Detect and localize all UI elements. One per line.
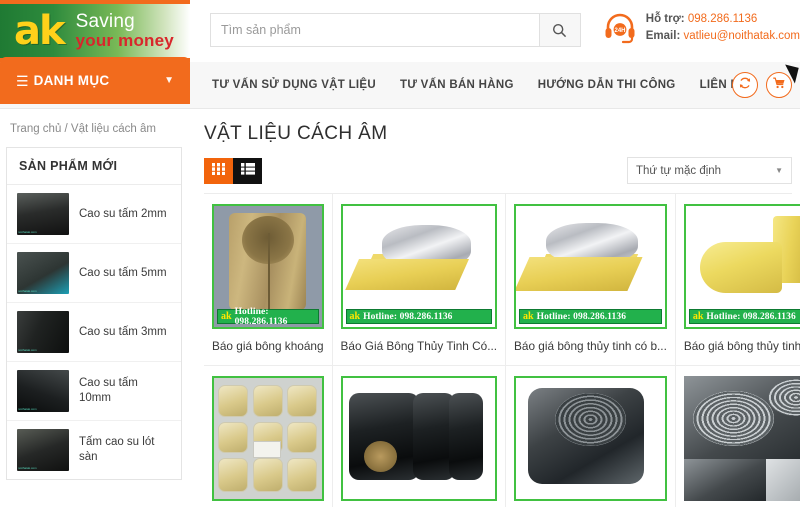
product-image	[514, 376, 667, 501]
chevron-down-icon: ▼	[775, 166, 783, 175]
list-item-label: Cao su tấm 3mm	[79, 325, 167, 338]
category-menu-label: DANH MỤC	[33, 73, 110, 88]
product-card[interactable]	[676, 366, 800, 507]
product-image: ak Hotline: 098.286.1136	[340, 204, 498, 329]
hamburger-icon: ☰	[16, 72, 29, 89]
product-title[interactable]: Báo giá bông khoáng	[212, 339, 324, 353]
hotline-overlay: ak Hotline: 098.286.1136	[688, 309, 800, 324]
product-image	[340, 376, 498, 501]
search-button[interactable]	[538, 13, 581, 47]
support-text: Hỗ trợ: 098.286.1136 Email: vatlieu@noit…	[646, 11, 800, 44]
product-title[interactable]: Báo giá bông thủy tinh có b...	[514, 339, 667, 353]
grid-view-icon	[212, 162, 225, 180]
chevron-down-icon: ▼	[164, 75, 174, 86]
category-menu-button[interactable]: ☰ DANH MỤC ▼	[0, 57, 190, 104]
product-thumbnail: noithatak.com	[17, 311, 69, 353]
nav-links: TƯ VẤN SỬ DỤNG VẬT LIỆU TƯ VẤN BÁN HÀNG …	[212, 79, 747, 91]
list-item[interactable]: noithatak.com Tấm cao su lót sàn	[7, 421, 181, 479]
list-view-icon	[240, 162, 255, 180]
support-email-line: Email: vatlieu@noithatak.com	[646, 28, 800, 45]
sidebar: Trang chủ / Vật liệu cách âm SẢN PHẨM MỚ…	[0, 109, 190, 507]
nav-link-huong-dan-thi-cong[interactable]: HƯỚNG DẪN THI CÔNG	[538, 79, 676, 91]
main-content: VẬT LIỆU CÁCH ÂM Thứ tự mặc định ▼ ak Ho…	[190, 109, 800, 507]
breadcrumb[interactable]: Trang chủ / Vật liệu cách âm	[0, 123, 190, 147]
search-bar	[210, 13, 581, 47]
view-toggle	[204, 157, 262, 184]
list-item-label: Cao su tấm 2mm	[79, 207, 167, 220]
site-logo[interactable]: ak Saving your money	[0, 0, 190, 62]
product-image	[212, 376, 324, 501]
hotline-text: Hotline: 098.286.1136	[363, 311, 453, 322]
product-image	[683, 376, 800, 501]
search-icon	[552, 23, 567, 38]
logo-mark: ak	[14, 8, 66, 54]
support-block: 24H Hỗ trợ: 098.286.1136 Email: vatlieu@…	[603, 11, 800, 45]
hotline-text: Hotline: 098.286.1136	[706, 311, 796, 322]
sort-select[interactable]: Thứ tự mặc định ▼	[627, 157, 792, 184]
product-title[interactable]: Báo Giá Bông Thủy Tinh Có...	[341, 339, 498, 353]
product-toolbar: Thứ tự mặc định ▼	[204, 157, 792, 194]
nav-link-tu-van-ban-hang[interactable]: TƯ VẤN BÁN HÀNG	[400, 79, 514, 91]
sort-select-value: Thứ tự mặc định	[636, 164, 722, 177]
list-item-label: Cao su tấm 5mm	[79, 266, 167, 279]
logo-mark-small: ak	[349, 310, 361, 322]
product-thumbnail: noithatak.com	[17, 252, 69, 294]
logo-mark-small: ak	[221, 310, 232, 322]
hotline-text: Hotline: 098.286.1136	[536, 311, 627, 322]
page-body: Trang chủ / Vật liệu cách âm SẢN PHẨM MỚ…	[0, 109, 800, 507]
product-card[interactable]	[333, 366, 507, 507]
list-item[interactable]: noithatak.com Cao su tấm 10mm	[7, 362, 181, 421]
compare-button[interactable]	[732, 72, 758, 98]
search-input[interactable]	[210, 13, 539, 47]
main-navbar: ☰ DANH MỤC ▼ TƯ VẤN SỬ DỤNG VẬT LIỆU TƯ …	[0, 57, 800, 109]
product-thumbnail: noithatak.com	[17, 429, 69, 471]
support-email-label: Email:	[645, 30, 681, 42]
support-phone-value: 098.286.1136	[687, 13, 758, 26]
support-phone-label: Hỗ trợ:	[645, 13, 685, 26]
list-item[interactable]: noithatak.com Cao su tấm 3mm	[7, 303, 181, 362]
site-header: ak Saving your money 24H	[0, 0, 800, 62]
svg-text:24H: 24H	[614, 28, 625, 34]
product-card[interactable]	[506, 366, 676, 507]
product-image: ak Hotline: 098.286.1136	[514, 204, 667, 329]
list-item-label: Cao su tấm 10mm	[79, 377, 138, 404]
grid-view-button[interactable]	[204, 157, 233, 184]
product-card[interactable]: ak Hotline: 098.286.1136 Báo Giá Bông Th…	[332, 194, 507, 366]
hotline-overlay: ak Hotline: 098.286.1136	[345, 309, 493, 324]
logo-mark-small: ak	[523, 310, 534, 322]
product-image: ak Hotline: 098.286.1136	[683, 204, 800, 329]
product-card[interactable]: ak Hotline: 098.286.1136 Báo giá bông th…	[675, 194, 800, 366]
new-products-title: SẢN PHẨM MỚI	[7, 148, 181, 185]
product-thumbnail: noithatak.com	[17, 370, 69, 412]
list-item[interactable]: noithatak.com Cao su tấm 5mm	[7, 244, 181, 303]
list-item[interactable]: noithatak.com Cao su tấm 2mm	[7, 185, 181, 244]
hotline-overlay: ak Hotline: 098.286.1136	[519, 309, 662, 324]
product-title[interactable]: Báo giá bông thủy tinh khô...	[684, 339, 800, 353]
logo-tagline: Saving your money	[76, 12, 174, 50]
logo-tagline-line1: Saving	[75, 11, 135, 33]
page-title: VẬT LIỆU CÁCH ÂM	[204, 123, 388, 144]
refresh-icon	[738, 76, 752, 95]
nav-link-tu-van-su-dung-vat-lieu[interactable]: TƯ VẤN SỬ DỤNG VẬT LIỆU	[212, 79, 376, 91]
hotline-overlay: ak Hotline: 098.286.1136	[217, 306, 319, 327]
logo-tagline-line2: your money	[75, 31, 174, 51]
product-card[interactable]: ak Hotline: 098.286.1136 Báo giá bông kh…	[204, 194, 333, 366]
headset-24h-icon: 24H	[603, 11, 637, 45]
hotline-text: Hotline: 098.286.1136	[234, 306, 288, 327]
list-view-button[interactable]	[233, 157, 262, 184]
new-products-panel: SẢN PHẨM MỚI noithatak.com Cao su tấm 2m…	[6, 147, 182, 480]
product-grid: ak Hotline: 098.286.1136 Báo giá bông kh…	[204, 194, 800, 507]
list-item-label: Tấm cao su lót sàn	[79, 436, 155, 463]
product-card[interactable]	[204, 366, 333, 507]
cart-icon	[772, 76, 786, 95]
product-thumbnail: noithatak.com	[17, 193, 69, 235]
support-phone-line: Hỗ trợ: 098.286.1136	[646, 11, 800, 28]
support-email-value: vatlieu@noithatak.com	[683, 30, 800, 42]
logo-mark-small: ak	[692, 310, 704, 322]
nav-actions	[732, 72, 792, 98]
cart-button[interactable]	[766, 72, 792, 98]
product-card[interactable]: ak Hotline: 098.286.1136 Báo giá bông th…	[506, 194, 676, 366]
product-image: ak Hotline: 098.286.1136	[212, 204, 324, 329]
